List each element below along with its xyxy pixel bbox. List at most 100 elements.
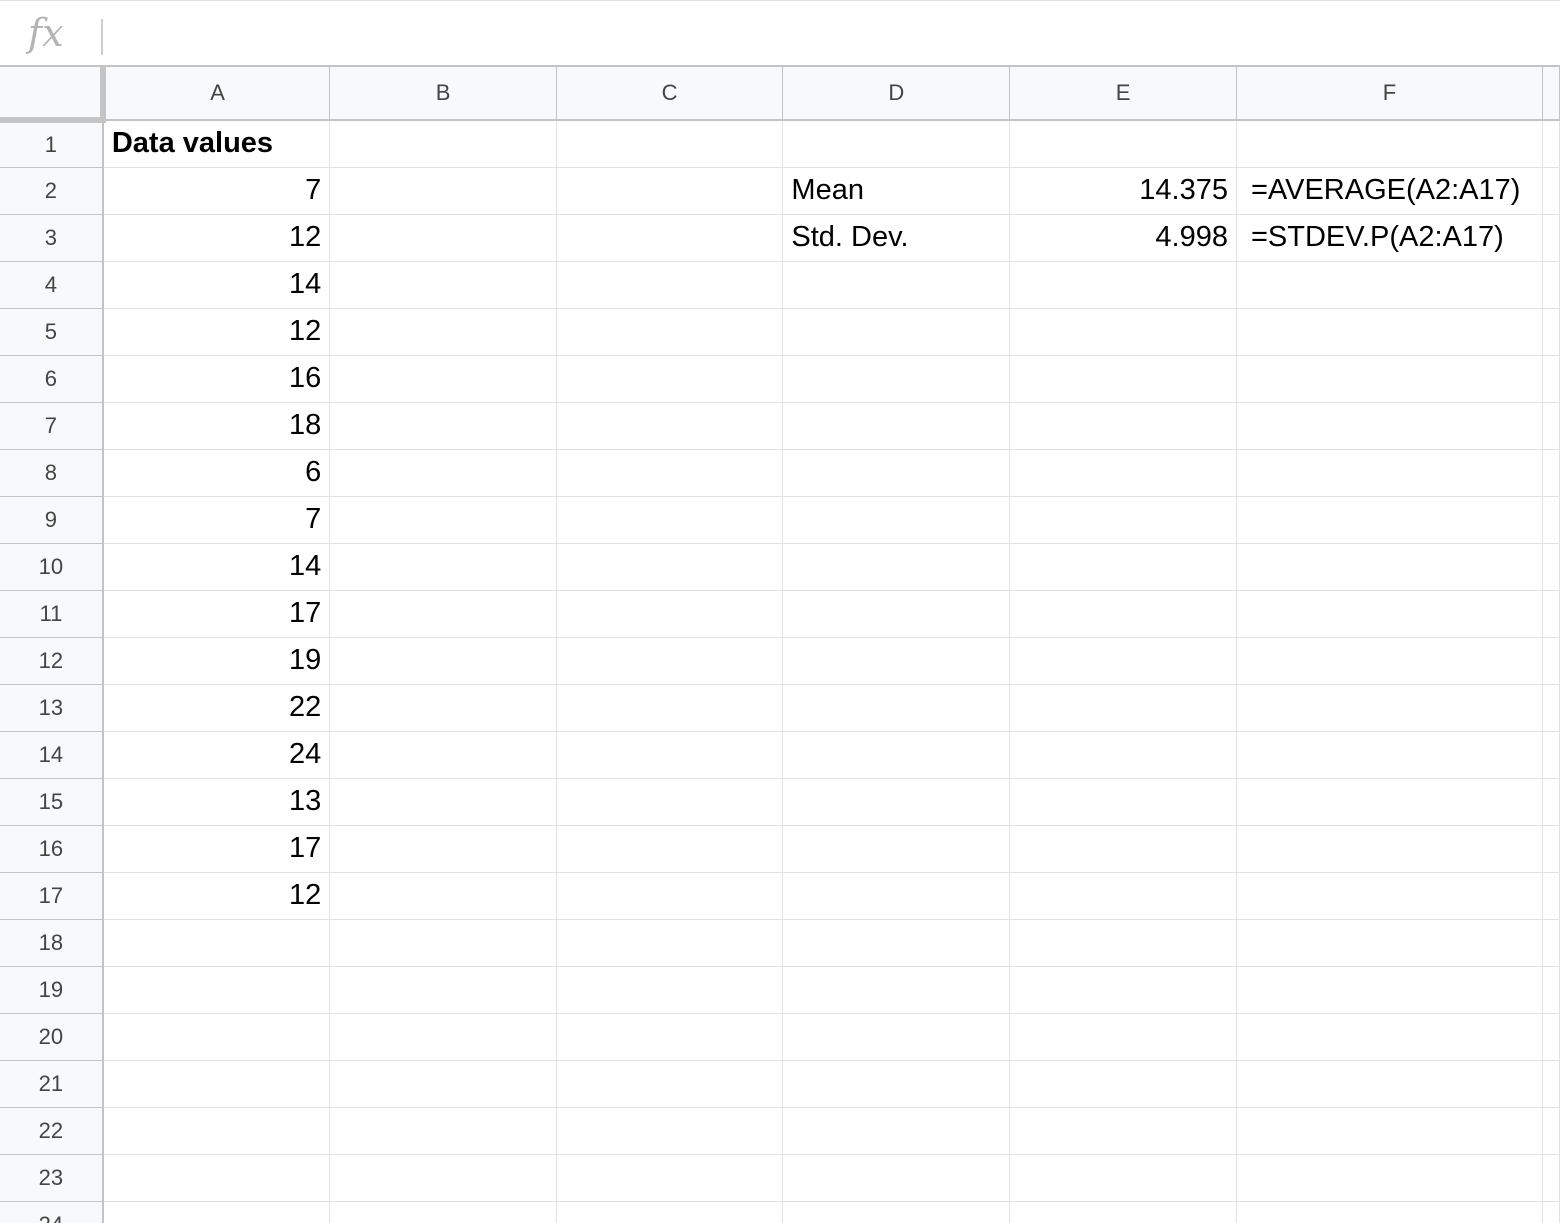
cell-c20[interactable] [556, 1013, 784, 1061]
column-header-c[interactable]: C [556, 67, 784, 121]
cell-c24[interactable] [556, 1201, 784, 1223]
cell-c21[interactable] [556, 1060, 784, 1108]
cell-e24[interactable] [1009, 1201, 1237, 1223]
cell-b6[interactable] [329, 355, 557, 403]
cell-c10[interactable] [556, 543, 784, 591]
select-all-corner[interactable] [0, 67, 106, 123]
cell-c13[interactable] [556, 684, 784, 732]
row-header[interactable]: 8 [0, 449, 104, 497]
cell-a9[interactable]: 7 [102, 496, 331, 544]
cell-a24[interactable] [102, 1201, 331, 1223]
cell-overflow[interactable] [1542, 261, 1560, 309]
cell-c12[interactable] [556, 637, 784, 685]
cell-a17[interactable]: 12 [102, 872, 331, 920]
cell-d3[interactable]: Std. Dev. [782, 214, 1011, 262]
cell-f11[interactable] [1236, 590, 1543, 638]
cell-b1[interactable] [329, 120, 557, 168]
cell-b8[interactable] [329, 449, 557, 497]
cell-f13[interactable] [1236, 684, 1543, 732]
cell-overflow[interactable] [1542, 919, 1560, 967]
cell-b16[interactable] [329, 825, 557, 873]
cell-f18[interactable] [1236, 919, 1543, 967]
cell-b11[interactable] [329, 590, 557, 638]
cell-c11[interactable] [556, 590, 784, 638]
cell-f3[interactable]: =STDEV.P(A2:A17) [1236, 214, 1543, 262]
cell-overflow[interactable] [1542, 778, 1560, 826]
cell-b18[interactable] [329, 919, 557, 967]
cell-a1[interactable]: Data values [102, 120, 331, 168]
cell-d14[interactable] [782, 731, 1011, 779]
cell-c15[interactable] [556, 778, 784, 826]
cell-a23[interactable] [102, 1154, 331, 1202]
cell-f22[interactable] [1236, 1107, 1543, 1155]
cell-f17[interactable] [1236, 872, 1543, 920]
cell-e18[interactable] [1009, 919, 1237, 967]
cell-d20[interactable] [782, 1013, 1011, 1061]
row-header[interactable]: 4 [0, 261, 104, 309]
cell-c22[interactable] [556, 1107, 784, 1155]
cell-f2[interactable]: =AVERAGE(A2:A17) [1236, 167, 1543, 215]
cell-overflow[interactable] [1542, 214, 1560, 262]
row-header[interactable]: 9 [0, 496, 104, 544]
cell-b7[interactable] [329, 402, 557, 450]
cell-e8[interactable] [1009, 449, 1237, 497]
cell-overflow[interactable] [1542, 1060, 1560, 1108]
cell-c18[interactable] [556, 919, 784, 967]
cell-a10[interactable]: 14 [102, 543, 331, 591]
row-header[interactable]: 2 [0, 167, 104, 215]
cell-b17[interactable] [329, 872, 557, 920]
cell-b9[interactable] [329, 496, 557, 544]
cell-d21[interactable] [782, 1060, 1011, 1108]
cell-a8[interactable]: 6 [102, 449, 331, 497]
cell-f14[interactable] [1236, 731, 1543, 779]
cell-d7[interactable] [782, 402, 1011, 450]
cell-overflow[interactable] [1542, 872, 1560, 920]
cell-c23[interactable] [556, 1154, 784, 1202]
cell-d8[interactable] [782, 449, 1011, 497]
row-header[interactable]: 23 [0, 1154, 104, 1202]
cell-overflow[interactable] [1542, 308, 1560, 356]
cell-a13[interactable]: 22 [102, 684, 331, 732]
cell-overflow[interactable] [1542, 1201, 1560, 1223]
cell-overflow[interactable] [1542, 449, 1560, 497]
cell-e6[interactable] [1009, 355, 1237, 403]
cell-c2[interactable] [556, 167, 784, 215]
row-header[interactable]: 6 [0, 355, 104, 403]
cell-a14[interactable]: 24 [102, 731, 331, 779]
cell-overflow[interactable] [1542, 637, 1560, 685]
cell-b4[interactable] [329, 261, 557, 309]
cell-d5[interactable] [782, 308, 1011, 356]
cell-b14[interactable] [329, 731, 557, 779]
cell-e10[interactable] [1009, 543, 1237, 591]
cell-e5[interactable] [1009, 308, 1237, 356]
cell-overflow[interactable] [1542, 731, 1560, 779]
cell-d10[interactable] [782, 543, 1011, 591]
cell-a5[interactable]: 12 [102, 308, 331, 356]
cell-d4[interactable] [782, 261, 1011, 309]
row-header[interactable]: 21 [0, 1060, 104, 1108]
cell-e21[interactable] [1009, 1060, 1237, 1108]
cell-a16[interactable]: 17 [102, 825, 331, 873]
cell-a6[interactable]: 16 [102, 355, 331, 403]
row-header[interactable]: 22 [0, 1107, 104, 1155]
cell-a7[interactable]: 18 [102, 402, 331, 450]
cell-b23[interactable] [329, 1154, 557, 1202]
row-header[interactable]: 24 [0, 1201, 104, 1223]
row-header[interactable]: 15 [0, 778, 104, 826]
cell-e11[interactable] [1009, 590, 1237, 638]
cell-c6[interactable] [556, 355, 784, 403]
cell-c5[interactable] [556, 308, 784, 356]
cell-d17[interactable] [782, 872, 1011, 920]
cell-f24[interactable] [1236, 1201, 1543, 1223]
row-header[interactable]: 17 [0, 872, 104, 920]
cell-d11[interactable] [782, 590, 1011, 638]
row-header[interactable]: 5 [0, 308, 104, 356]
row-header[interactable]: 3 [0, 214, 104, 262]
cell-b13[interactable] [329, 684, 557, 732]
cell-d24[interactable] [782, 1201, 1011, 1223]
cell-f12[interactable] [1236, 637, 1543, 685]
row-header[interactable]: 12 [0, 637, 104, 685]
cell-f5[interactable] [1236, 308, 1543, 356]
cell-d6[interactable] [782, 355, 1011, 403]
cell-b19[interactable] [329, 966, 557, 1014]
